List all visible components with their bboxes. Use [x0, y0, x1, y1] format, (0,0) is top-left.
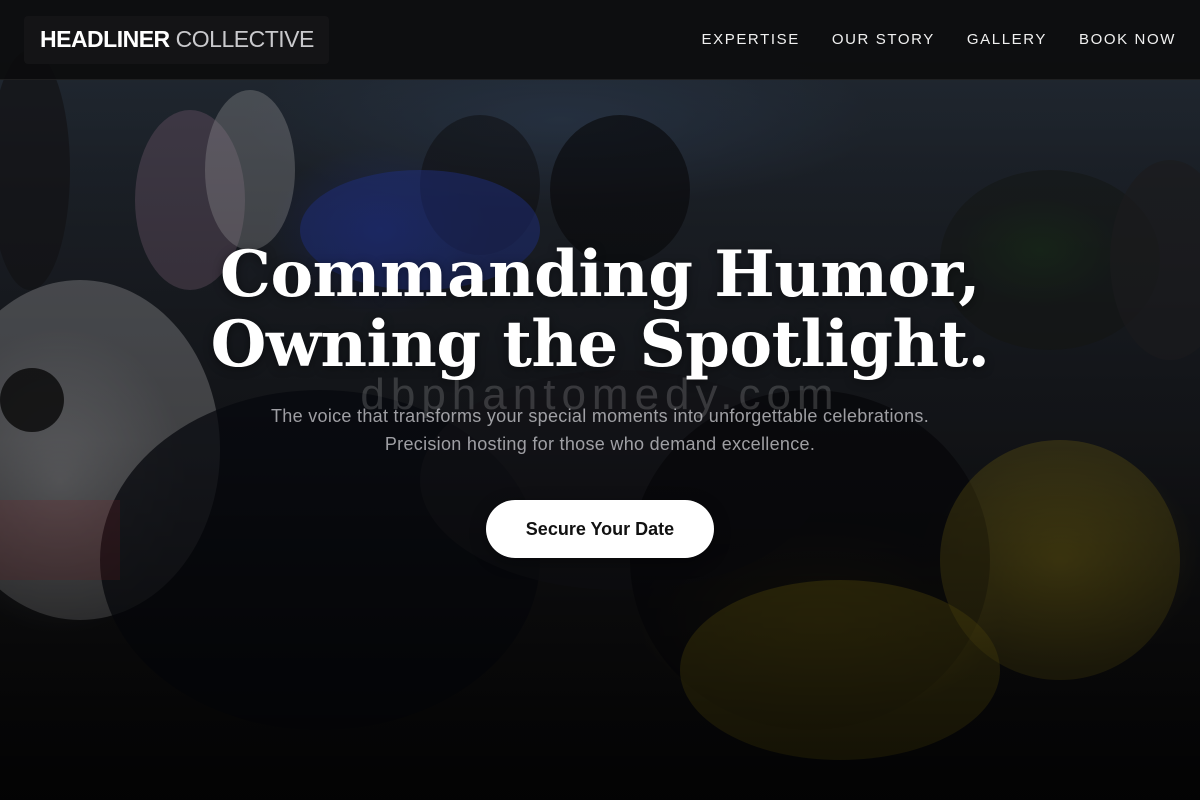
secure-your-date-button[interactable]: Secure Your Date [485, 500, 715, 558]
nav-link-gallery[interactable]: GALLERY [967, 31, 1047, 48]
hero-headline-line-1: Commanding Humor, [220, 237, 980, 312]
brand-logo[interactable]: HEADLINER COLLECTIVE [24, 15, 329, 64]
nav-link-expertise[interactable]: EXPERTISE [702, 31, 800, 48]
top-navigation-bar: HEADLINER COLLECTIVE EXPERTISE OUR STORY… [0, 0, 1200, 80]
hero-headline: Commanding Humor, Owning the Spotlight. [150, 240, 1050, 380]
nav-link-our-story[interactable]: OUR STORY [832, 31, 935, 48]
hero-subtext: The voice that transforms your special m… [270, 406, 929, 454]
nav-link-book-now[interactable]: BOOK NOW [1079, 31, 1176, 48]
hero-content: dbphantomedy.com Commanding Humor, Ownin… [0, 240, 1200, 558]
brand-name-light: COLLECTIVE [175, 26, 315, 52]
hero-headline-line-2: Owning the Spotlight. [210, 307, 990, 382]
nav-links: EXPERTISE OUR STORY GALLERY BOOK NOW [702, 31, 1176, 48]
brand-name-strong: HEADLINER [40, 26, 170, 52]
